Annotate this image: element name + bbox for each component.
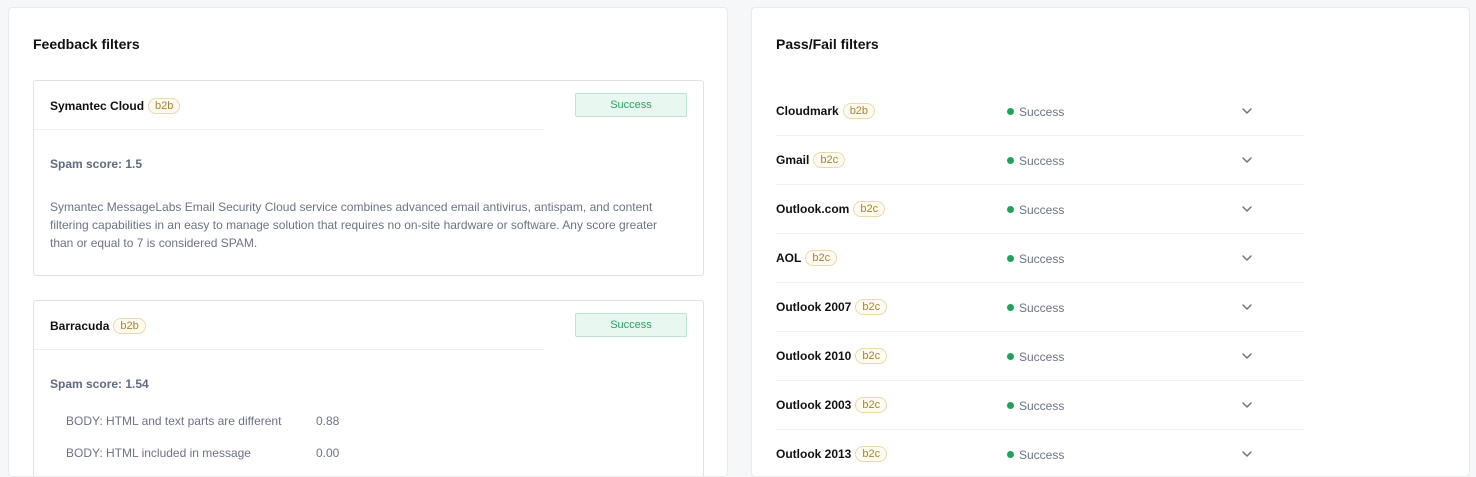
filter-card-symantec: Symantec Cloud b2b Success Spam score: 1.… [33, 80, 704, 276]
filter-status: Success [1007, 154, 1064, 168]
filter-name: Cloudmark b2b [776, 103, 876, 119]
filter-status: Success [1007, 105, 1064, 119]
filter-tag: b2c [855, 397, 888, 413]
pass-fail-row-outlook-2007[interactable]: Outlook 2007 b2c Success [752, 283, 1469, 332]
filter-tag: b2b [113, 318, 146, 334]
spam-rule-row: BODY: HTML included in message 0.00 [66, 446, 339, 460]
rule-value: 0.88 [316, 414, 340, 428]
filter-status: Success [1007, 399, 1064, 413]
filter-tag: b2b [148, 98, 181, 114]
filter-tag: b2c [855, 299, 888, 315]
pass-fail-row-outlook-2003[interactable]: Outlook 2003 b2c Success [752, 381, 1469, 430]
filter-tag: b2c [813, 152, 846, 168]
status-dot-icon [1007, 353, 1014, 360]
pass-fail-row-gmail[interactable]: Gmail b2c Success [752, 136, 1469, 185]
filter-name: Barracuda b2b [50, 318, 146, 334]
chevron-down-icon[interactable] [1241, 448, 1253, 460]
pass-fail-row-aol[interactable]: AOL b2c Success [752, 234, 1469, 283]
status-badge: Success [575, 93, 687, 117]
chevron-down-icon[interactable] [1241, 301, 1253, 313]
filter-tag: b2c [855, 348, 888, 364]
card-header: Barracuda b2b Success [34, 301, 703, 350]
status-dot-icon [1007, 255, 1014, 262]
status-badge: Success [575, 313, 687, 337]
rule-label: BODY: HTML and text parts are different [66, 414, 282, 428]
filter-name: Outlook 2003 b2c [776, 397, 888, 413]
pass-fail-row-cloudmark[interactable]: Cloudmark b2b Success [752, 87, 1469, 136]
rule-value: 0.00 [316, 446, 340, 460]
chevron-down-icon[interactable] [1241, 203, 1253, 215]
panel-title: Pass/Fail filters [776, 36, 879, 52]
feedback-filters-panel: Feedback filters Symantec Cloud b2b Succe… [8, 7, 728, 477]
status-dot-icon [1007, 206, 1014, 213]
chevron-down-icon[interactable] [1241, 399, 1253, 411]
filter-status: Success [1007, 448, 1064, 462]
filter-name: AOL b2c [776, 250, 838, 266]
pass-fail-row-outlook-2013[interactable]: Outlook 2013 b2c Success [752, 430, 1469, 476]
filter-status: Success [1007, 203, 1064, 217]
filter-tag: b2c [805, 250, 838, 266]
spam-rule-row: BODY: HTML and text parts are different … [66, 414, 339, 428]
chevron-down-icon[interactable] [1241, 350, 1253, 362]
status-dot-icon [1007, 157, 1014, 164]
card-header: Symantec Cloud b2b Success [34, 81, 703, 130]
chevron-down-icon[interactable] [1241, 154, 1253, 166]
filter-name: Outlook 2010 b2c [776, 348, 888, 364]
filter-tag: b2b [842, 103, 876, 119]
filter-name: Gmail b2c [776, 152, 846, 168]
filter-name: Outlook 2007 b2c [776, 299, 888, 315]
filter-name: Symantec Cloud b2b [50, 98, 181, 114]
filter-tag: b2c [855, 446, 888, 462]
filter-description: Symantec MessageLabs Email Security Clou… [50, 200, 657, 250]
status-dot-icon [1007, 402, 1014, 409]
rule-label: BODY: HTML included in message [66, 446, 251, 460]
filter-status: Success [1007, 252, 1064, 266]
chevron-down-icon[interactable] [1241, 105, 1253, 117]
status-dot-icon [1007, 108, 1014, 115]
filter-name: Outlook.com b2c [776, 201, 886, 217]
pass-fail-row-outlook-2010[interactable]: Outlook 2010 b2c Success [752, 332, 1469, 381]
status-dot-icon [1007, 451, 1014, 458]
filter-status: Success [1007, 301, 1064, 315]
pass-fail-filters-panel: Pass/Fail filters Cloudmark b2b Success G… [751, 7, 1470, 477]
filter-status: Success [1007, 350, 1064, 364]
spam-score: Spam score: 1.54 [50, 377, 149, 391]
chevron-down-icon[interactable] [1241, 252, 1253, 264]
filter-card-barracuda: Barracuda b2b Success Spam score: 1.54 BO… [33, 300, 704, 476]
panel-title: Feedback filters [33, 36, 140, 52]
spam-score: Spam score: 1.5 [50, 157, 143, 171]
filter-tag: b2c [853, 201, 886, 217]
status-dot-icon [1007, 304, 1014, 311]
filter-name: Outlook 2013 b2c [776, 446, 888, 462]
pass-fail-row-outlook-com[interactable]: Outlook.com b2c Success [752, 185, 1469, 234]
